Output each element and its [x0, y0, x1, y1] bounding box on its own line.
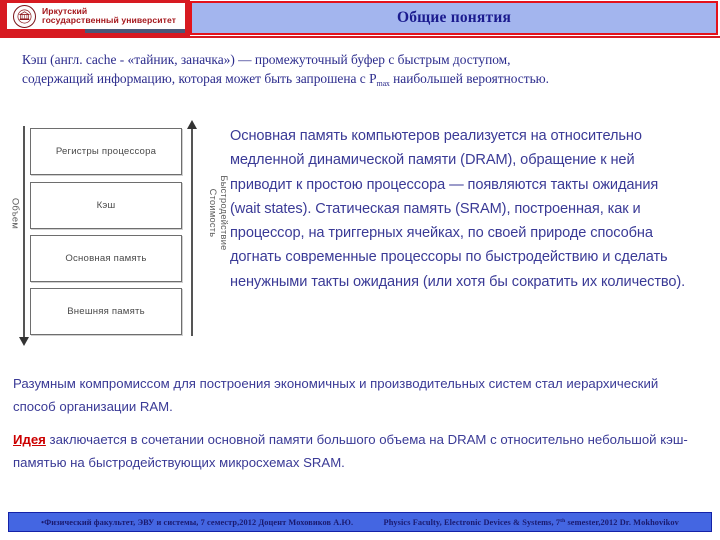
slide-header: Иркутский государственный университет Об…	[0, 0, 720, 38]
memory-level-box: Основная память	[30, 235, 182, 282]
university-logo: Иркутский государственный университет	[7, 3, 185, 29]
footer-text: •Физический факультет, ЭВУ и системы, 7 …	[9, 518, 711, 527]
arrow-up-icon	[187, 120, 197, 336]
right-axis-label-line-1: Быстродействие	[219, 175, 229, 251]
intro-paragraph: Кэш (англ. cache - «тайник, заначка») — …	[22, 50, 682, 93]
page-title: Общие понятия	[396, 9, 512, 26]
university-logo-text: Иркутский государственный университет	[42, 6, 177, 26]
university-crest-icon	[13, 4, 36, 28]
footer-right-after: semester,2012 Dr. Mokhovikov	[565, 517, 679, 527]
intro-line-2-after: наибольшей вероятностью.	[389, 71, 550, 86]
memory-level-box: Регистры процессора	[30, 128, 182, 175]
right-axis-label-line-2: Стоимость	[208, 188, 218, 238]
logo-underline-red	[0, 29, 85, 33]
intro-line-1: Кэш (англ. cache - «тайник, заначка») — …	[22, 52, 511, 67]
memory-level-box: Кэш	[30, 182, 182, 229]
memory-level-box: Внешняя память	[30, 288, 182, 335]
side-text-block: Основная память компьютеров реализуется …	[230, 128, 686, 290]
slide-title-banner: Общие понятия	[190, 1, 718, 35]
intro-line-2-before: содержащий информацию, которая может быт…	[22, 71, 377, 86]
paragraph-compromise: Разумным компромиссом для построения эко…	[13, 376, 659, 414]
slide-footer: •Физический факультет, ЭВУ и системы, 7 …	[8, 512, 712, 532]
diagram-right-axis-label: Быстродействие Стоимость	[207, 158, 229, 268]
p-max-subscript: max	[376, 79, 390, 88]
memory-levels: Регистры процессора Кэш Основная память …	[30, 122, 182, 342]
header-divider	[0, 36, 720, 38]
memory-hierarchy-diagram: Объем Регистры процессора Кэш Основная п…	[8, 120, 229, 346]
paragraph-idea: Идея заключается в сочетании основной па…	[13, 428, 689, 474]
idea-keyword: Идея	[13, 432, 46, 447]
diagram-left-axis-label: Объем	[10, 197, 22, 230]
idea-rest: заключается в сочетании основной памяти …	[13, 432, 688, 470]
footer-left: •Физический факультет, ЭВУ и системы, 7 …	[41, 517, 354, 527]
arrow-down-icon	[19, 126, 29, 346]
logo-line-2: государственный университет	[42, 15, 177, 25]
footer-right-before: Physics Faculty, Electronic Devices & Sy…	[383, 517, 561, 527]
